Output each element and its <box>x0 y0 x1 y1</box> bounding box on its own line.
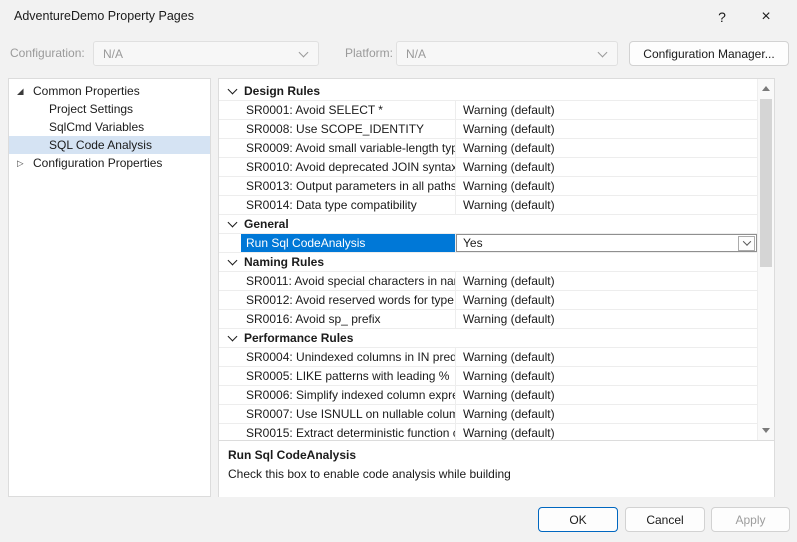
property-value[interactable]: Warning (default) <box>456 272 757 290</box>
group-header[interactable]: Performance Rules <box>219 329 757 348</box>
property-row[interactable]: SR0001: Avoid SELECT *Warning (default) <box>219 101 757 120</box>
tree-item[interactable]: SQL Code Analysis <box>9 136 210 154</box>
property-name[interactable]: SR0007: Use ISNULL on nullable column <box>241 405 456 423</box>
configuration-dropdown[interactable]: N/A <box>93 41 319 66</box>
property-name[interactable]: SR0016: Avoid sp_ prefix <box>241 310 456 328</box>
property-row[interactable]: SR0012: Avoid reserved words for type nW… <box>219 291 757 310</box>
tree-item-label: SQL Code Analysis <box>49 138 152 152</box>
property-value[interactable]: Warning (default) <box>456 310 757 328</box>
property-row[interactable]: SR0011: Avoid special characters in namW… <box>219 272 757 291</box>
property-name[interactable]: Run Sql CodeAnalysis <box>241 234 456 252</box>
property-value[interactable]: Warning (default) <box>456 177 757 195</box>
chevron-down-icon <box>598 49 608 59</box>
tree-item-label: Project Settings <box>49 102 133 116</box>
property-value[interactable]: Warning (default) <box>456 291 757 309</box>
property-row[interactable]: SR0016: Avoid sp_ prefixWarning (default… <box>219 310 757 329</box>
property-row[interactable]: SR0008: Use SCOPE_IDENTITYWarning (defau… <box>219 120 757 139</box>
property-value[interactable]: Warning (default) <box>456 139 757 157</box>
property-row[interactable]: SR0004: Unindexed columns in IN predicWa… <box>219 348 757 367</box>
property-value[interactable]: Warning (default) <box>456 196 757 214</box>
chevron-down-icon[interactable] <box>228 86 238 96</box>
property-name[interactable]: SR0011: Avoid special characters in nam <box>241 272 456 290</box>
configuration-label: Configuration: <box>10 46 85 60</box>
group-name: General <box>244 217 289 231</box>
property-row[interactable]: SR0010: Avoid deprecated JOIN syntaxWarn… <box>219 158 757 177</box>
property-name[interactable]: SR0012: Avoid reserved words for type n <box>241 291 456 309</box>
property-name[interactable]: SR0005: LIKE patterns with leading % <box>241 367 456 385</box>
property-name[interactable]: SR0001: Avoid SELECT * <box>241 101 456 119</box>
platform-dropdown[interactable]: N/A <box>396 41 618 66</box>
platform-label: Platform: <box>345 46 393 60</box>
close-icon[interactable]: × <box>751 4 781 30</box>
property-value[interactable]: Warning (default) <box>456 386 757 404</box>
property-row[interactable]: Run Sql CodeAnalysis Yes <box>219 234 757 253</box>
property-row[interactable]: SR0006: Simplify indexed column expresWa… <box>219 386 757 405</box>
property-grid: Design RulesSR0001: Avoid SELECT *Warnin… <box>219 79 774 440</box>
property-pages-dialog: AdventureDemo Property Pages ? × Configu… <box>0 0 797 542</box>
property-value[interactable]: Warning (default) <box>456 158 757 176</box>
scrollbar-thumb[interactable] <box>760 99 772 267</box>
window-title: AdventureDemo Property Pages <box>14 9 194 23</box>
property-name[interactable]: SR0008: Use SCOPE_IDENTITY <box>241 120 456 138</box>
property-name[interactable]: SR0014: Data type compatibility <box>241 196 456 214</box>
description-panel: Run Sql CodeAnalysis Check this box to e… <box>219 440 774 497</box>
chevron-down-icon[interactable] <box>228 333 238 343</box>
tree-item-label: Common Properties <box>33 84 140 98</box>
property-row[interactable]: SR0007: Use ISNULL on nullable columnWar… <box>219 405 757 424</box>
cancel-button[interactable]: Cancel <box>625 507 705 532</box>
tree-item[interactable]: ◢ Common Properties <box>9 82 210 100</box>
property-value-text: Yes <box>463 236 483 250</box>
titlebar: AdventureDemo Property Pages ? × <box>0 0 797 32</box>
property-row[interactable]: SR0005: LIKE patterns with leading %Warn… <box>219 367 757 386</box>
property-value[interactable]: Warning (default) <box>456 120 757 138</box>
tree-item-label: SqlCmd Variables <box>49 120 144 134</box>
ok-button[interactable]: OK <box>538 507 618 532</box>
property-value[interactable]: Warning (default) <box>456 367 757 385</box>
property-row[interactable]: SR0014: Data type compatibilityWarning (… <box>219 196 757 215</box>
property-name[interactable]: SR0013: Output parameters in all paths <box>241 177 456 195</box>
group-header[interactable]: General <box>219 215 757 234</box>
property-value[interactable]: Yes <box>456 234 757 252</box>
group-name: Performance Rules <box>244 331 353 345</box>
property-name[interactable]: SR0010: Avoid deprecated JOIN syntax <box>241 158 456 176</box>
chevron-down-icon[interactable] <box>228 257 238 267</box>
scroll-up-icon[interactable] <box>758 81 774 96</box>
property-value[interactable]: Warning (default) <box>456 101 757 119</box>
description-title: Run Sql CodeAnalysis <box>228 448 765 462</box>
chevron-down-icon[interactable] <box>228 219 238 229</box>
tree-expanded-icon[interactable]: ◢ <box>17 85 24 97</box>
tree-item[interactable]: ▷ Configuration Properties <box>9 154 210 172</box>
group-header[interactable]: Naming Rules <box>219 253 757 272</box>
property-name[interactable]: SR0006: Simplify indexed column expres <box>241 386 456 404</box>
tree-collapsed-icon[interactable]: ▷ <box>17 157 24 169</box>
property-row[interactable]: SR0015: Extract deterministic function c… <box>219 424 757 440</box>
chevron-down-icon <box>299 49 309 59</box>
property-value[interactable]: Warning (default) <box>456 405 757 423</box>
property-grid-rows: Design RulesSR0001: Avoid SELECT *Warnin… <box>219 82 757 440</box>
tree-item[interactable]: Project Settings <box>9 100 210 118</box>
help-icon[interactable]: ? <box>707 4 737 30</box>
description-text: Check this box to enable code analysis w… <box>228 467 765 481</box>
platform-value: N/A <box>406 47 598 61</box>
property-name[interactable]: SR0004: Unindexed columns in IN predic <box>241 348 456 366</box>
scroll-down-icon[interactable] <box>758 423 774 438</box>
configuration-value: N/A <box>103 47 299 61</box>
group-header[interactable]: Design Rules <box>219 82 757 101</box>
tree-item[interactable]: SqlCmd Variables <box>9 118 210 136</box>
apply-button[interactable]: Apply <box>711 507 790 532</box>
property-value[interactable]: Warning (default) <box>456 424 757 440</box>
property-name[interactable]: SR0009: Avoid small variable-length typ <box>241 139 456 157</box>
group-name: Naming Rules <box>244 255 324 269</box>
tree-item-label: Configuration Properties <box>33 156 162 170</box>
properties-tree: ◢ Common Properties Project Settings SqlCmd… <box>8 78 211 497</box>
property-name[interactable]: SR0015: Extract deterministic function c… <box>241 424 456 440</box>
dropdown-button[interactable] <box>738 236 755 251</box>
property-grid-panel: Design RulesSR0001: Avoid SELECT *Warnin… <box>218 78 775 497</box>
property-value[interactable]: Warning (default) <box>456 348 757 366</box>
group-name: Design Rules <box>244 84 320 98</box>
property-row[interactable]: SR0013: Output parameters in all pathsWa… <box>219 177 757 196</box>
configuration-manager-button[interactable]: Configuration Manager... <box>629 41 789 66</box>
property-row[interactable]: SR0009: Avoid small variable-length typW… <box>219 139 757 158</box>
grid-scrollbar[interactable] <box>757 79 774 440</box>
